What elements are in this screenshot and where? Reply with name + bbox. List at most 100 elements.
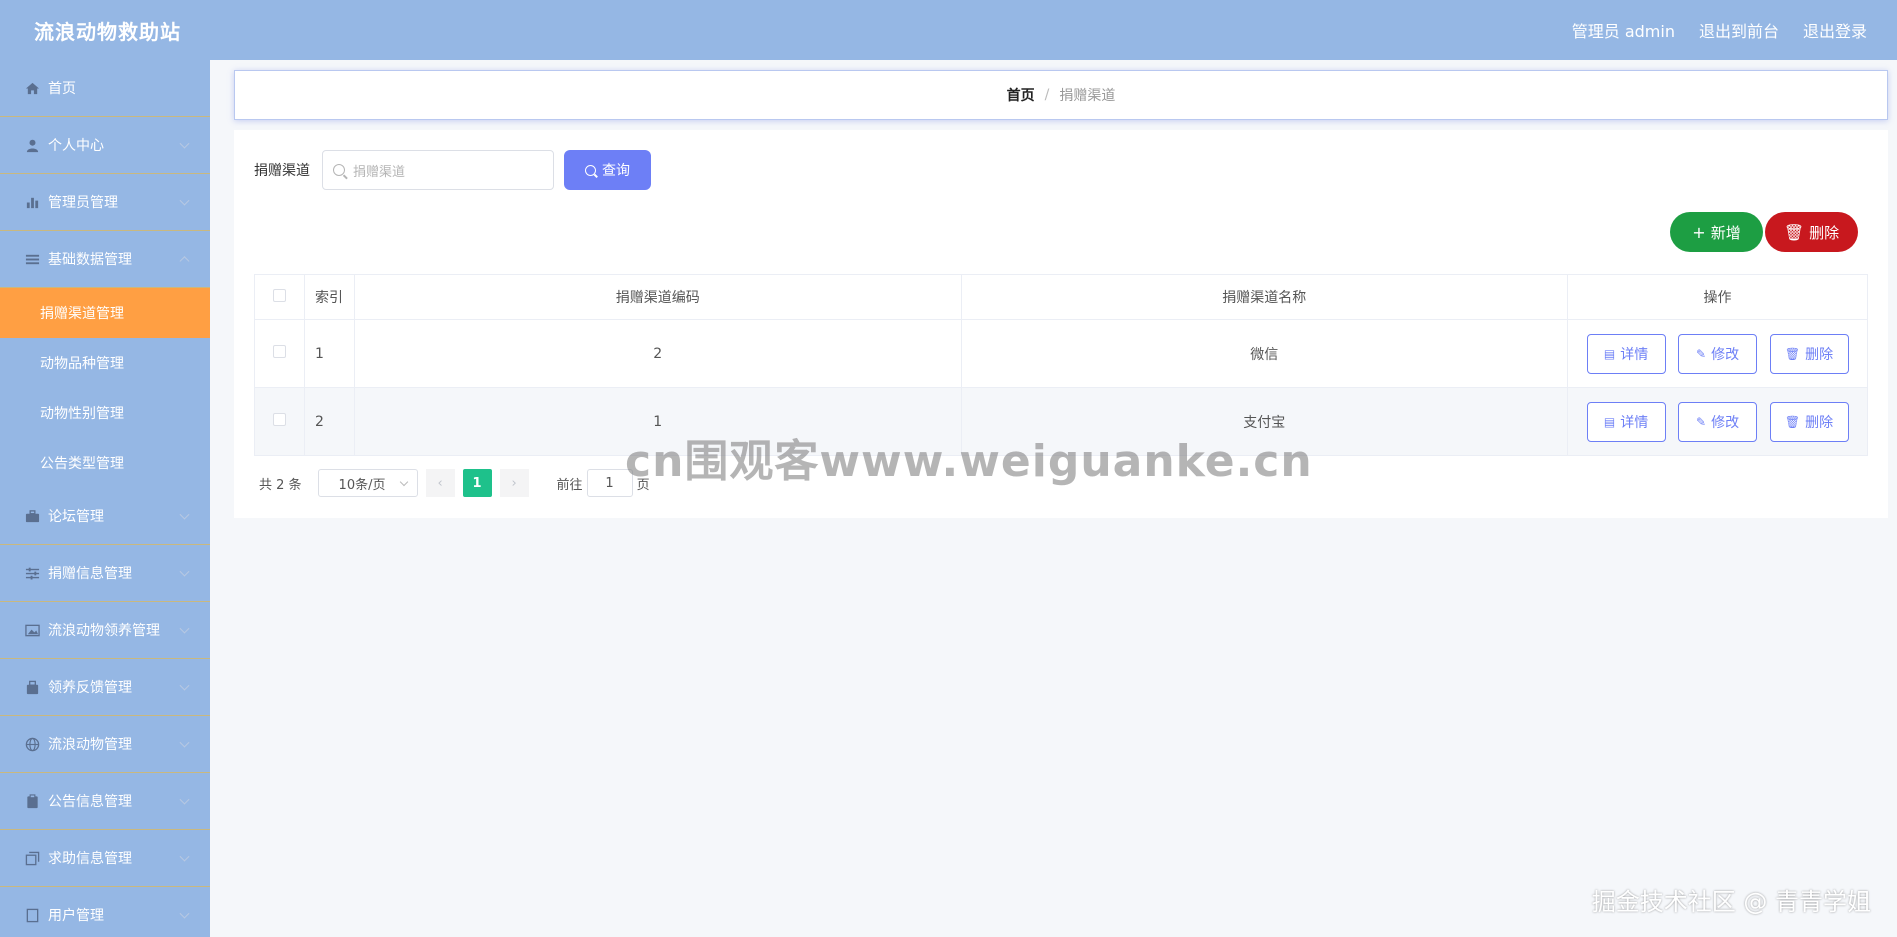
row-index: 2 — [303, 387, 355, 456]
goto-page: 前往 1 页 — [557, 469, 650, 497]
batch-delete-button[interactable]: 🗑 删除 — [1765, 212, 1858, 252]
sidebar-subitem-donation-channel[interactable]: 捐赠渠道管理 — [0, 288, 210, 338]
sidebar-item-feedback[interactable]: 领养反馈管理 — [0, 659, 210, 716]
query-button[interactable]: 查询 — [564, 150, 651, 190]
sidebar-item-label: 求助信息管理 — [48, 851, 132, 867]
chevron-down-icon — [179, 138, 190, 149]
row-select-cell — [254, 319, 305, 388]
sidebar-item-label: 基础数据管理 — [48, 252, 132, 268]
sidebar-subitem-animal-breed[interactable]: 动物品种管理 — [0, 338, 210, 388]
delete-button-label: 删除 — [1809, 223, 1840, 242]
list-panel: 捐赠渠道 捐赠渠道 查询 + 新增 🗑 删除 索引 捐赠渠道编码 捐赠渠道名称 … — [234, 130, 1888, 518]
sidebar-item-notices[interactable]: 公告信息管理 — [0, 773, 210, 830]
chevron-down-icon — [179, 680, 190, 691]
column-header-index: 索引 — [303, 274, 355, 320]
sidebar-item-label: 领养反馈管理 — [48, 680, 132, 696]
sliders-icon — [24, 565, 40, 581]
column-header-code: 捐赠渠道编码 — [353, 274, 962, 320]
sidebar-item-users[interactable]: 用户管理 — [0, 887, 210, 937]
sidebar-item-donation-info[interactable]: 捐赠信息管理 — [0, 545, 210, 602]
exit-to-front-link[interactable]: 退出到前台 — [1699, 18, 1779, 42]
prev-page-button[interactable]: ‹ — [425, 469, 455, 497]
bag-icon — [24, 679, 40, 695]
sidebar-item-adoption[interactable]: 流浪动物领养管理 — [0, 602, 210, 659]
chevron-down-icon — [179, 851, 190, 862]
page-number-current[interactable]: 1 — [462, 469, 492, 497]
detail-button[interactable]: ▤ 详情 — [1586, 401, 1666, 442]
add-button-label: 新增 — [1710, 223, 1741, 242]
edit-icon: ✎ — [1696, 346, 1707, 361]
app-title: 流浪动物救助站 — [34, 19, 181, 44]
data-table: 索引 捐赠渠道编码 捐赠渠道名称 操作 1 2 微信 ▤ 详情 ✎ 修改 🗑 删除 — [254, 274, 1868, 456]
sidebar-item-label: 管理员管理 — [48, 195, 118, 211]
breadcrumb-home[interactable]: 首页 — [1007, 85, 1035, 105]
delete-button-label: 删除 — [1805, 414, 1834, 431]
sidebar-item-admin[interactable]: 管理员管理 — [0, 174, 210, 231]
row-actions: ▤ 详情 ✎ 修改 🗑 删除 — [1567, 387, 1868, 456]
search-input[interactable]: 捐赠渠道 — [322, 150, 554, 190]
sidebar-item-help-info[interactable]: 求助信息管理 — [0, 830, 210, 887]
picture-icon — [24, 622, 40, 638]
briefcase-icon — [24, 508, 40, 524]
row-index: 1 — [303, 319, 355, 388]
trash-icon: 🗑 — [1784, 346, 1801, 361]
edit-button[interactable]: ✎ 修改 — [1678, 401, 1758, 442]
next-page-button[interactable]: › — [499, 469, 529, 497]
plus-icon: + — [1692, 222, 1706, 242]
row-code: 2 — [353, 319, 962, 388]
home-icon — [24, 80, 40, 96]
add-button[interactable]: + 新增 — [1670, 212, 1763, 252]
query-button-label: 查询 — [602, 163, 630, 179]
clipboard-icon — [24, 793, 40, 809]
sidebar-item-forum[interactable]: 论坛管理 — [0, 488, 210, 545]
chart-icon — [24, 194, 40, 210]
trash-icon: 🗑 — [1783, 222, 1805, 242]
row-name: 微信 — [960, 319, 1569, 388]
total-count: 共 2 条 — [259, 477, 302, 493]
goto-suffix: 页 — [636, 477, 650, 493]
delete-button[interactable]: 🗑 删除 — [1769, 401, 1849, 442]
edit-button-label: 修改 — [1711, 346, 1740, 363]
top-header: 流浪动物救助站 管理员 admin 退出到前台 退出登录 — [0, 0, 1897, 60]
row-name: 支付宝 — [960, 387, 1569, 456]
search-icon — [585, 164, 596, 176]
search-placeholder: 捐赠渠道 — [353, 164, 406, 180]
sidebar-item-stray-animals[interactable]: 流浪动物管理 — [0, 716, 210, 773]
row-checkbox[interactable] — [272, 345, 286, 358]
row-actions: ▤ 详情 ✎ 修改 🗑 删除 — [1567, 319, 1868, 388]
row-select-cell — [254, 387, 305, 456]
header-links: 管理员 admin 退出到前台 退出登录 — [1572, 18, 1867, 42]
sidebar-subitem-animal-gender[interactable]: 动物性别管理 — [0, 388, 210, 438]
admin-user-label[interactable]: 管理员 admin — [1572, 18, 1675, 42]
sidebar-item-personal[interactable]: 个人中心 — [0, 117, 210, 174]
delete-button[interactable]: 🗑 删除 — [1769, 333, 1849, 374]
document-icon: ▤ — [1603, 346, 1616, 361]
globe-icon — [24, 736, 40, 752]
sidebar-item-label: 流浪动物领养管理 — [48, 623, 160, 639]
row-checkbox[interactable] — [272, 413, 286, 426]
sidebar-item-home[interactable]: 首页 — [0, 60, 210, 117]
chevron-down-icon — [179, 794, 190, 805]
search-label: 捐赠渠道 — [254, 163, 310, 179]
goto-page-input[interactable]: 1 — [586, 469, 633, 497]
select-all-cell — [254, 274, 305, 320]
edit-button[interactable]: ✎ 修改 — [1678, 333, 1758, 374]
document-icon: ▤ — [1603, 414, 1616, 429]
sidebar-item-label: 捐赠信息管理 — [48, 566, 132, 582]
chevron-down-icon — [179, 509, 190, 520]
table-row: 2 1 支付宝 ▤ 详情 ✎ 修改 🗑 删除 — [254, 387, 1868, 456]
sidebar-subitem-notice-type[interactable]: 公告类型管理 — [0, 438, 210, 488]
logout-link[interactable]: 退出登录 — [1803, 18, 1867, 42]
edit-icon: ✎ — [1696, 414, 1707, 429]
page-size-value: 10条/页 — [338, 477, 386, 493]
sidebar-item-basic-data[interactable]: 基础数据管理 — [0, 231, 210, 288]
detail-button[interactable]: ▤ 详情 — [1586, 333, 1666, 374]
select-all-checkbox[interactable] — [272, 288, 286, 302]
breadcrumb-separator: / — [1044, 87, 1050, 103]
row-code: 1 — [353, 387, 962, 456]
page-size-select[interactable]: 10条/页 — [317, 469, 418, 497]
user-icon — [24, 137, 40, 153]
table-row: 1 2 微信 ▤ 详情 ✎ 修改 🗑 删除 — [254, 319, 1868, 388]
copy-icon — [24, 850, 40, 866]
main-content: 首页 / 捐赠渠道 捐赠渠道 捐赠渠道 查询 + 新增 🗑 删除 索引 捐赠渠道… — [234, 70, 1888, 518]
